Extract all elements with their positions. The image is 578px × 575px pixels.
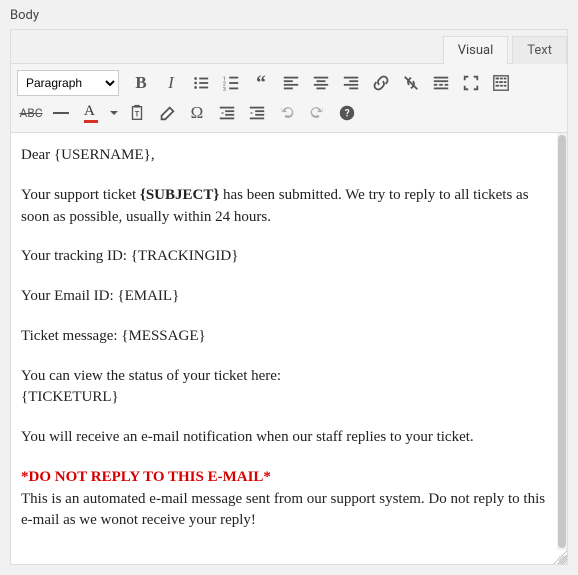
resize-handle[interactable] — [11, 550, 567, 564]
paste-text-button[interactable]: T — [123, 99, 151, 127]
fullscreen-icon — [462, 74, 480, 92]
clipboard-icon: T — [128, 104, 146, 122]
special-character-button[interactable]: Ω — [183, 99, 211, 127]
tab-visual[interactable]: Visual — [443, 36, 509, 64]
unlink-icon — [402, 74, 420, 92]
undo-icon — [278, 104, 296, 122]
text: , — [151, 147, 155, 163]
text: Your Email ID: {EMAIL} — [21, 286, 547, 308]
scrollbar[interactable] — [557, 133, 567, 550]
clear-formatting-button[interactable] — [153, 99, 181, 127]
editor-content[interactable]: Dear {USERNAME}, Your support ticket {SU… — [11, 133, 567, 550]
indent-icon — [248, 104, 266, 122]
svg-text:T: T — [135, 110, 140, 119]
fullscreen-button[interactable] — [457, 69, 485, 97]
tab-text[interactable]: Text — [512, 36, 567, 64]
eraser-icon — [158, 104, 176, 122]
text: Ticket message: {MESSAGE} — [21, 326, 547, 348]
align-left-icon — [282, 74, 300, 92]
align-center-icon — [312, 74, 330, 92]
help-button[interactable]: ? — [333, 99, 361, 127]
undo-button[interactable] — [273, 99, 301, 127]
read-more-icon — [432, 74, 450, 92]
text: Dear — [21, 147, 54, 163]
strikethrough-button[interactable]: ABC — [17, 99, 45, 127]
numbered-list-button[interactable]: 123 — [217, 69, 245, 97]
align-left-button[interactable] — [277, 69, 305, 97]
svg-text:3: 3 — [223, 87, 226, 92]
indent-button[interactable] — [243, 99, 271, 127]
redo-icon — [308, 104, 326, 122]
numbered-list-icon: 123 — [222, 74, 240, 92]
text: You will receive an e-mail notification … — [21, 427, 547, 449]
text: {TICKETURL} — [21, 389, 119, 405]
field-label: Body — [10, 8, 568, 23]
horizontal-rule-button[interactable] — [47, 99, 75, 127]
text-color-button[interactable]: A — [77, 99, 105, 127]
editor-tabs: Visual Text — [11, 30, 567, 64]
bullet-list-icon — [192, 74, 210, 92]
link-icon — [372, 74, 390, 92]
text: You can view the status of your ticket h… — [21, 368, 281, 384]
redo-button[interactable] — [303, 99, 331, 127]
insert-more-button[interactable] — [427, 69, 455, 97]
outdent-button[interactable] — [213, 99, 241, 127]
text: {USERNAME} — [54, 147, 151, 163]
blockquote-button[interactable]: “ — [247, 69, 275, 97]
text-color-dropdown[interactable] — [107, 99, 121, 127]
text: This is an automated e-mail message sent… — [21, 491, 545, 529]
svg-text:?: ? — [345, 109, 350, 120]
bullet-list-button[interactable] — [187, 69, 215, 97]
unlink-button[interactable] — [397, 69, 425, 97]
text-bold: {SUBJECT} — [140, 187, 219, 203]
format-select[interactable]: Paragraph — [17, 70, 119, 96]
editor-toolbar: Paragraph B I 123 “ — [11, 64, 567, 133]
chevron-down-icon — [109, 108, 119, 118]
align-right-icon — [342, 74, 360, 92]
italic-button[interactable]: I — [157, 69, 185, 97]
align-right-button[interactable] — [337, 69, 365, 97]
align-center-button[interactable] — [307, 69, 335, 97]
editor-container: Visual Text Paragraph B I 123 “ — [10, 29, 568, 565]
toolbar-toggle-icon — [492, 74, 510, 92]
text: Your support ticket — [21, 187, 140, 203]
bold-button[interactable]: B — [127, 69, 155, 97]
text-warning: *DO NOT REPLY TO THIS E-MAIL* — [21, 469, 271, 485]
outdent-icon — [218, 104, 236, 122]
link-button[interactable] — [367, 69, 395, 97]
text: Your tracking ID: {TRACKINGID} — [21, 246, 547, 268]
toolbar-toggle-button[interactable] — [487, 69, 515, 97]
help-icon: ? — [338, 104, 356, 122]
